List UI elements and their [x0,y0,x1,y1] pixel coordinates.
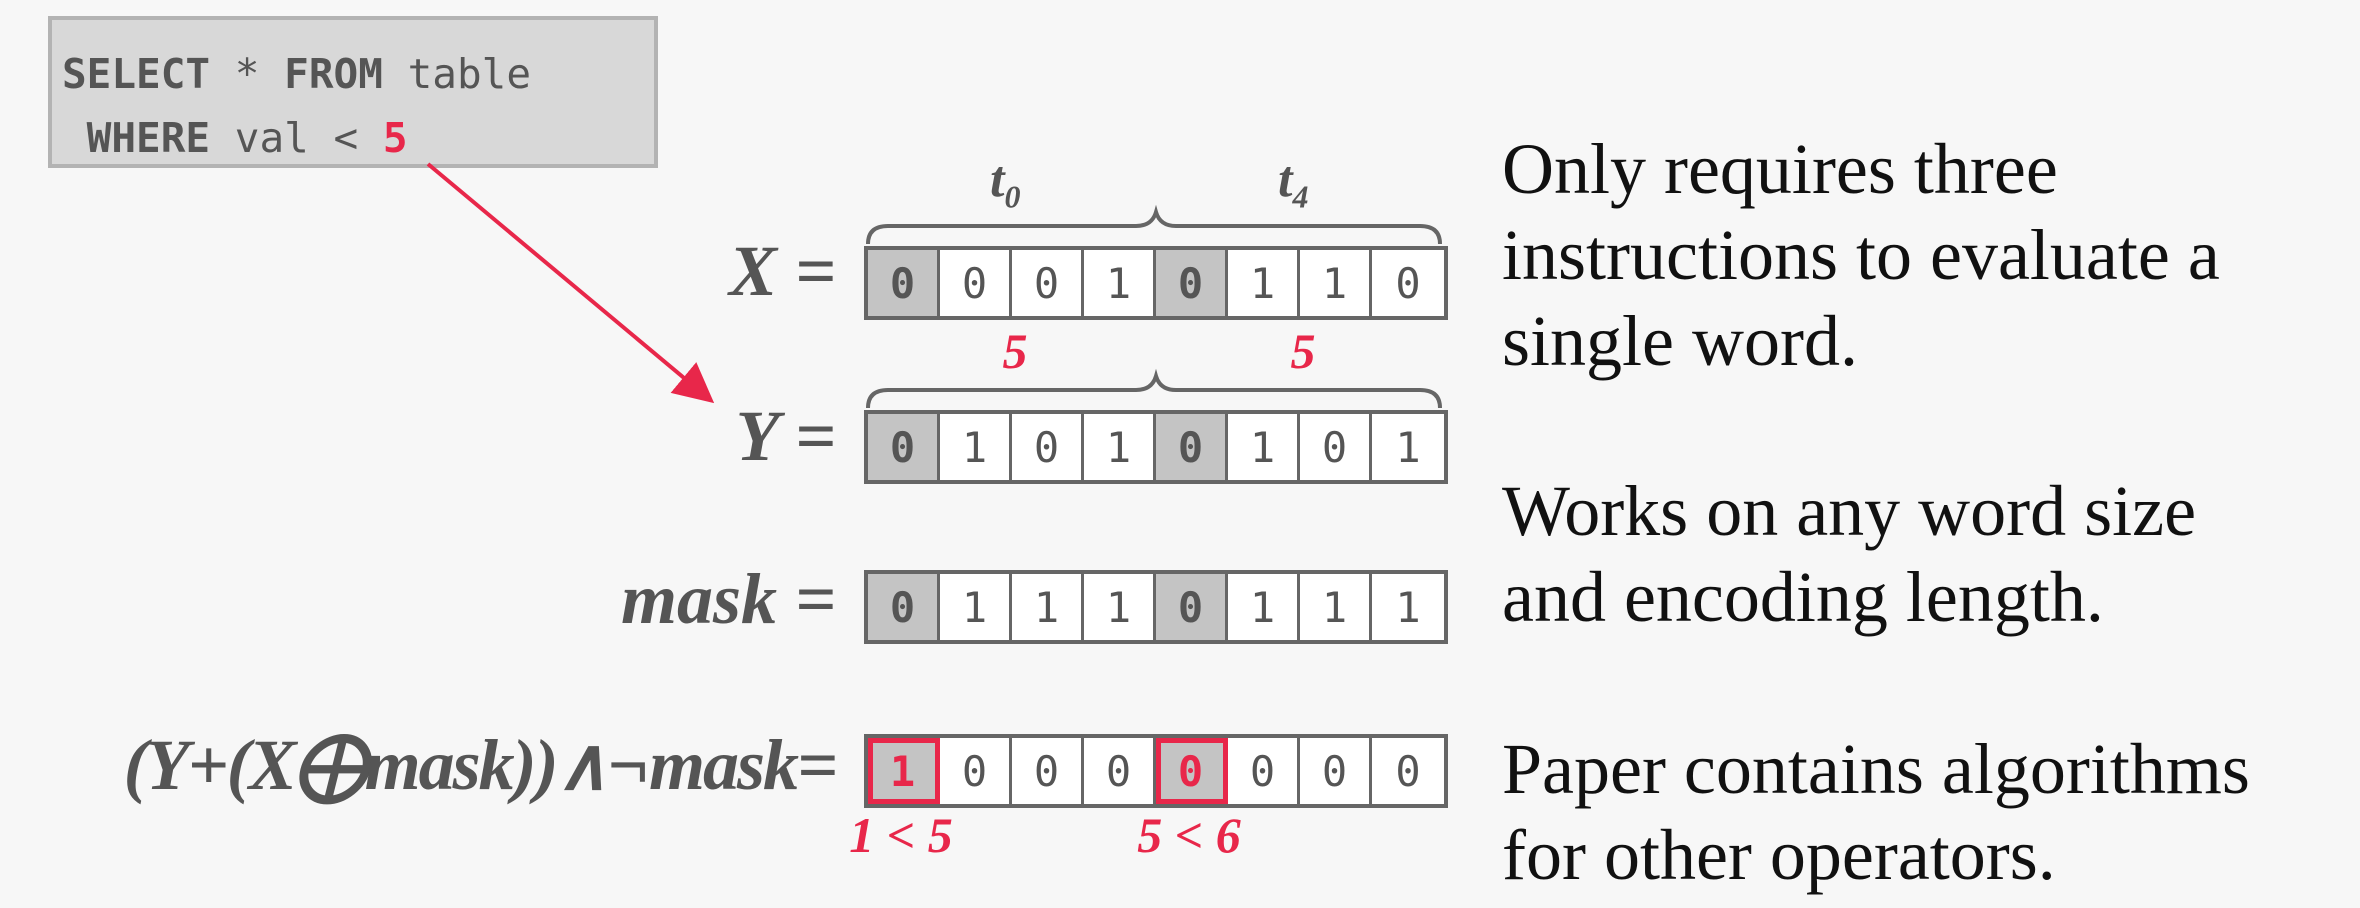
x-bit-4: 0 [1156,250,1228,316]
y-bit-3: 1 [1084,414,1156,480]
row-y: 0 1 0 1 0 1 0 1 [864,410,1448,484]
y-bit-6: 0 [1300,414,1372,480]
note2-line2: and encoding length. [1502,557,2104,637]
x-bit-7: 0 [1395,258,1421,308]
y-bit-5: 1 [1228,414,1300,480]
mask-bit-6: 1 [1300,574,1372,640]
label-y: Y = [735,396,836,476]
x-bit-1: 0 [940,250,1012,316]
x-bit-5: 1 [1228,250,1300,316]
result-bit-4: 0 [1156,738,1228,804]
y-bit-0: 0 [868,414,940,480]
tuple-t0-sub: 0 [1004,178,1021,215]
label-result: (Y+(X⨁mask))∧¬mask= [123,725,838,805]
brace-x-t0-full [866,204,1442,245]
row-x: 0 0 0 1 0 1 1 0 [864,246,1448,320]
note-three-instructions: Only requires three instructions to eval… [1502,126,2220,384]
tuple-label-t0: t0 [990,150,1020,215]
arrow-constant-to-y [426,162,715,404]
note1-line2: instructions to evaluate a [1502,215,2220,295]
brace-y [866,368,1442,409]
x-bit-0: 0 [868,250,940,316]
x-bit-2: 0 [1012,250,1084,316]
result-bit-5: 0 [1228,738,1300,804]
result-bit-3: 0 [1084,738,1156,804]
x-bit-3: 1 [1084,250,1156,316]
mask-bit-3: 1 [1084,574,1156,640]
y-annotation-t0: 5 [1002,323,1028,379]
result-bit-7: 0 [1395,746,1421,796]
label-mask: mask = [620,559,836,639]
result-annotation-t4: 5 < 6 [1137,807,1241,863]
note1-line3: single word. [1502,301,1858,381]
result-bit-6: 0 [1300,738,1372,804]
tuple-label-t4: t4 [1278,150,1308,215]
note2-line1: Works on any word size [1502,471,2197,551]
row-result: 1 0 0 0 0 0 0 0 [864,734,1448,808]
y-annotation-t4: 5 [1290,323,1316,379]
x-bit-6: 1 [1300,250,1372,316]
result-annotation-t0: 1 < 5 [849,807,953,863]
mask-bit-5: 1 [1228,574,1300,640]
mask-bit-0: 0 [868,574,940,640]
y-bit-2: 0 [1012,414,1084,480]
result-bit-2: 0 [1012,738,1084,804]
mask-bit-4: 0 [1156,574,1228,640]
note-other-operators: Paper contains algorithms for other oper… [1502,726,2250,898]
label-x: X = [728,231,836,311]
tuple-t4-sub: 4 [1292,178,1309,215]
note1-line1: Only requires three [1502,129,2058,209]
tuple-t0-base: t [990,151,1005,208]
mask-bit-1: 1 [940,574,1012,640]
y-bit-1: 1 [940,414,1012,480]
row-mask: 0 1 1 1 0 1 1 1 [864,570,1448,644]
note3-line2: for other operators. [1502,815,2056,895]
y-bit-4: 0 [1156,414,1228,480]
mask-bit-2: 1 [1012,574,1084,640]
note-word-size: Works on any word size and encoding leng… [1502,468,2196,640]
y-bit-7: 1 [1395,422,1421,472]
result-bit-1: 0 [940,738,1012,804]
note3-line1: Paper contains algorithms [1502,729,2250,809]
tuple-t4-base: t [1278,151,1293,208]
result-bit-0: 1 [868,738,940,804]
mask-bit-7: 1 [1395,582,1421,632]
